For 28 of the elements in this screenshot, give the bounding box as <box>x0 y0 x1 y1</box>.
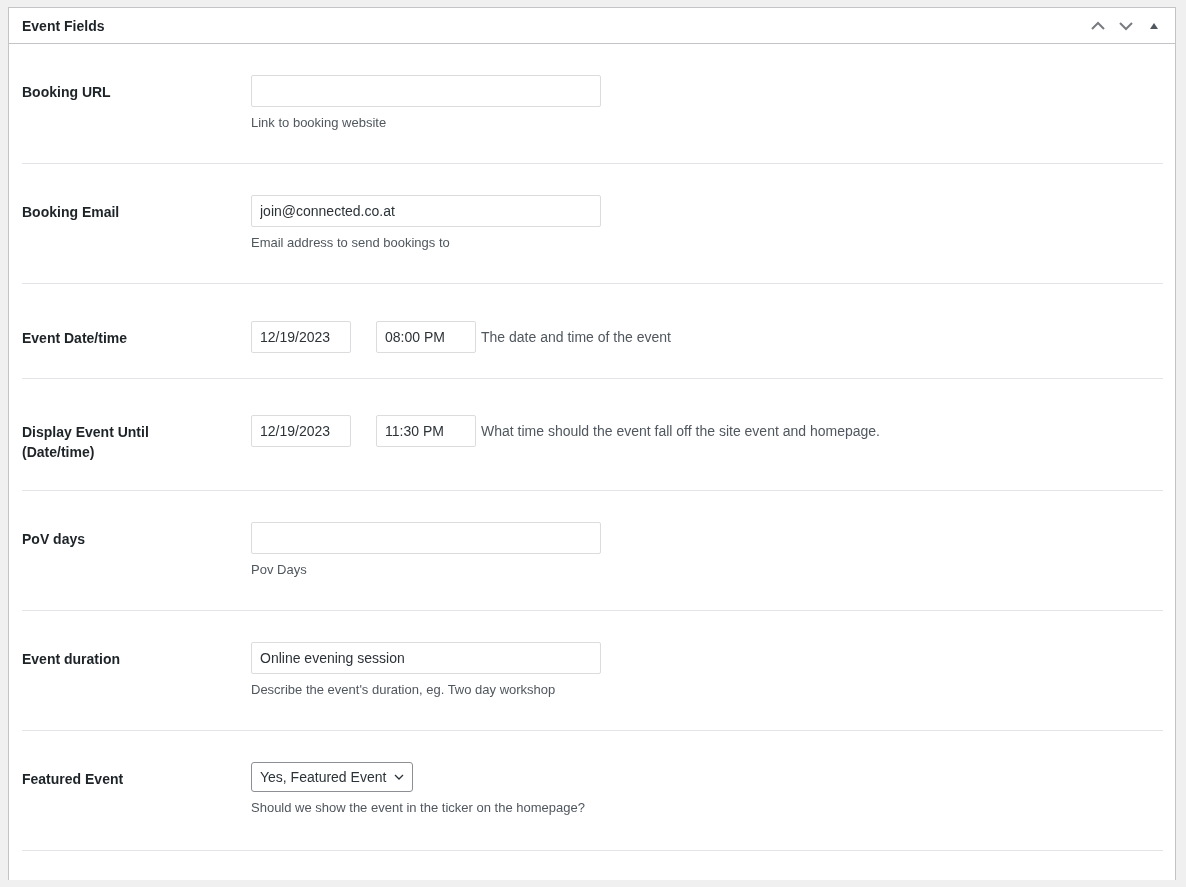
time-field[interactable]: 11:30 PM <box>376 415 476 447</box>
featured-select[interactable]: Yes, Featured Event <box>251 762 414 792</box>
text-field[interactable]: join@connected.co.at <box>251 195 601 227</box>
field-description: Email address to send bookings to <box>251 235 451 250</box>
field-label: PoV days <box>22 530 87 549</box>
field-description: Describe the event's duration, eg. Two day workshop <box>251 682 557 697</box>
date-field[interactable]: 12/19/2023 <box>251 415 351 447</box>
chevron-down-icon <box>394 774 405 780</box>
field-description: Pov Days <box>251 562 308 577</box>
chevron-down-icon <box>1118 20 1134 31</box>
date-field[interactable]: 12/19/2023 <box>251 321 351 353</box>
field-description: The date and time of the event <box>481 329 671 345</box>
field-label: Featured Event <box>22 770 125 789</box>
field-label: Booking URL <box>22 83 112 102</box>
triangle-up-icon <box>1149 21 1159 30</box>
field-label: Booking Email <box>22 203 121 222</box>
time-field[interactable]: 08:00 PM <box>376 321 476 353</box>
field-description: Link to booking website <box>251 115 388 130</box>
field-label: Event duration <box>22 650 121 669</box>
text-field[interactable] <box>251 522 601 554</box>
field-description: Should we show the event in the ticker on the homepage? <box>251 800 585 815</box>
text-field[interactable] <box>251 75 601 107</box>
field-label: Display Event Until (Date/time) <box>22 423 150 462</box>
field-description: What time should the event fall off the site event and homepage. <box>481 423 880 439</box>
chevron-up-icon <box>1090 20 1106 31</box>
text-field[interactable]: Online evening session <box>251 642 601 674</box>
panel-title: Event Fields <box>22 17 105 34</box>
field-label: Event Date/time <box>22 329 129 348</box>
